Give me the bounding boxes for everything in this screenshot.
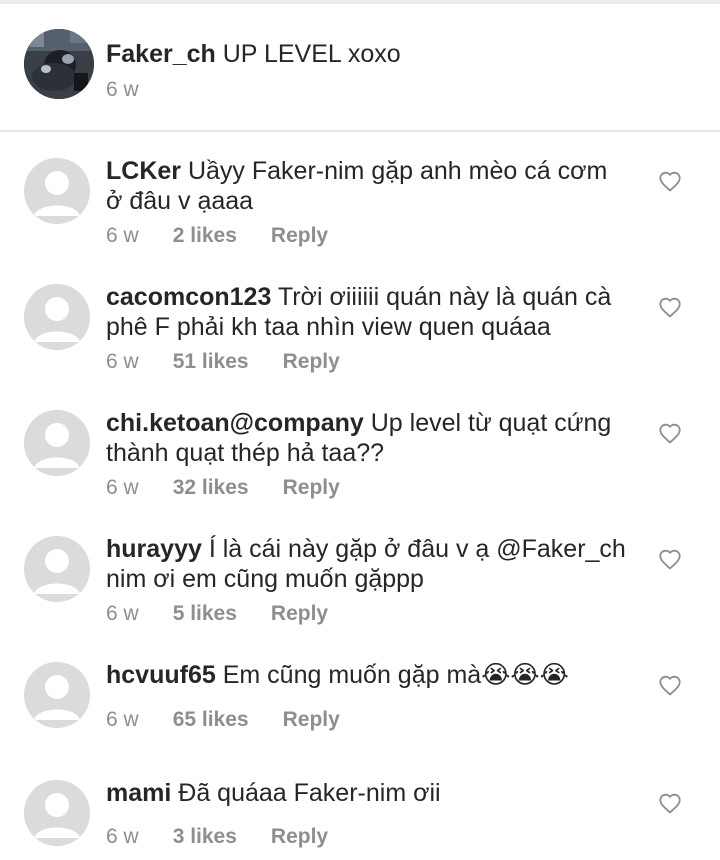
default-avatar-icon[interactable]: [24, 410, 90, 476]
comment-text: Đã quáaa Faker-nim ơii: [178, 779, 441, 807]
comment-meta: 6 w 3 likes Reply: [106, 823, 362, 851]
comment-username[interactable]: mami: [106, 779, 171, 807]
comment-likes[interactable]: 3 likes: [173, 825, 237, 848]
comment-username[interactable]: hcvuuf65: [106, 661, 216, 689]
post-time: 6 w: [106, 78, 139, 101]
comment-text-block: cacomcon123 Trời ơiiiiii quán này là quá…: [106, 282, 626, 342]
comment-username[interactable]: hurayyy: [106, 535, 202, 563]
comment-time: 6 w: [106, 224, 139, 247]
comment-meta: 6 w 5 likes Reply: [106, 600, 362, 628]
heart-outline-icon[interactable]: [658, 548, 682, 570]
comment-time: 6 w: [106, 476, 139, 499]
comment-text-block: hcvuuf65 Em cũng muốn gặp mà😭😭😭: [106, 660, 626, 690]
default-avatar-icon[interactable]: [24, 284, 90, 350]
crying-face-emoji: 😭😭😭: [481, 661, 569, 689]
comment-meta: 6 w 51 likes Reply: [106, 348, 374, 376]
caption-divider: [0, 130, 720, 132]
reply-button[interactable]: Reply: [283, 708, 340, 731]
reply-button[interactable]: Reply: [271, 602, 328, 625]
heart-outline-icon[interactable]: [658, 792, 682, 814]
comment-likes[interactable]: 2 likes: [173, 224, 237, 247]
comment-text-block: hurayyy Í là cái này gặp ở đâu v ạ @Fake…: [106, 534, 626, 594]
reply-button[interactable]: Reply: [271, 825, 328, 848]
comment-meta: 6 w 32 likes Reply: [106, 474, 374, 502]
comment-text-block: mami Đã quáaa Faker-nim ơii: [106, 778, 626, 808]
comment-time: 6 w: [106, 602, 139, 625]
post-caption: Faker_ch UP LEVEL xoxo 6 w: [0, 4, 720, 132]
comment-likes[interactable]: 65 likes: [173, 708, 249, 731]
comment-time: 6 w: [106, 825, 139, 848]
post-caption-text: UP LEVEL xoxo: [222, 40, 401, 68]
comment-username[interactable]: LCKer: [106, 157, 181, 185]
heart-outline-icon[interactable]: [658, 170, 682, 192]
heart-outline-icon[interactable]: [658, 674, 682, 696]
comment-text: Em cũng muốn gặp mà: [222, 661, 482, 689]
comment-text-block: LCKer Uầyy Faker-nim gặp anh mèo cá cơm …: [106, 156, 626, 216]
comment-likes[interactable]: 5 likes: [173, 602, 237, 625]
comment-username[interactable]: chi.ketoan@company: [106, 409, 364, 437]
reply-button[interactable]: Reply: [271, 224, 328, 247]
reply-button[interactable]: Reply: [283, 476, 340, 499]
comment-username[interactable]: cacomcon123: [106, 283, 271, 311]
default-avatar-icon[interactable]: [24, 662, 90, 728]
post-author-avatar[interactable]: [24, 29, 94, 99]
post-author-username[interactable]: Faker_ch: [106, 40, 216, 68]
comment-text-block: chi.ketoan@company Up level từ quạt cứng…: [106, 408, 626, 468]
default-avatar-icon[interactable]: [24, 158, 90, 224]
comment-likes[interactable]: 51 likes: [173, 350, 249, 373]
comment-time: 6 w: [106, 708, 139, 731]
comment-time: 6 w: [106, 350, 139, 373]
default-avatar-icon[interactable]: [24, 536, 90, 602]
comment-meta: 6 w 2 likes Reply: [106, 222, 362, 250]
comment-meta: 6 w 65 likes Reply: [106, 706, 374, 734]
comment-text: Uầyy Faker-nim gặp anh mèo cá cơm ở đâu …: [106, 157, 608, 215]
default-avatar-icon[interactable]: [24, 780, 90, 846]
reply-button[interactable]: Reply: [283, 350, 340, 373]
heart-outline-icon[interactable]: [658, 422, 682, 444]
heart-outline-icon[interactable]: [658, 296, 682, 318]
comment-likes[interactable]: 32 likes: [173, 476, 249, 499]
post-caption-line: Faker_ch UP LEVEL xoxo: [106, 38, 401, 70]
